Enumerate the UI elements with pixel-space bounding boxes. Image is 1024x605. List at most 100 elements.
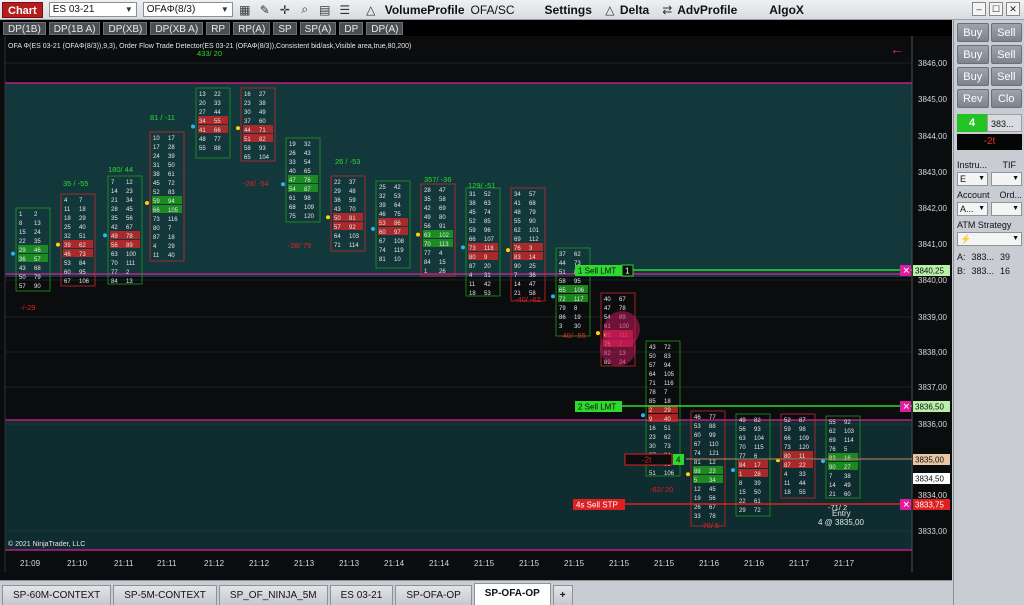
adv-profile-button[interactable]: AdvProfile: [677, 3, 737, 17]
buy-button[interactable]: Buy: [957, 23, 989, 42]
maximize-icon[interactable]: ☐: [989, 2, 1003, 16]
crosshair-icon[interactable]: ✛: [277, 3, 293, 17]
footprint-bid-value: 87: [153, 235, 160, 241]
algox-button[interactable]: AlgoX: [769, 3, 804, 17]
sell-stp-marker[interactable]: 4s Sell STP: [573, 499, 625, 510]
footprint-bid-value: 41: [514, 201, 521, 207]
footprint-ask-value: 88: [709, 424, 716, 430]
instrument-select[interactable]: E ▼: [957, 172, 988, 186]
tab-sp-of-ninja-5m[interactable]: SP_OF_NINJA_5M: [218, 585, 328, 605]
plot-button-dpxb[interactable]: DP(XB): [103, 21, 148, 35]
imbalance-dot: [596, 331, 600, 336]
footprint-bid-value: 65: [559, 288, 566, 294]
close-icon[interactable]: ✕: [900, 401, 911, 412]
account-select[interactable]: A... ▼: [957, 202, 988, 216]
instrument-select[interactable]: ES 03-21 ▼: [48, 2, 137, 17]
footprint-ask-value: 78: [709, 514, 716, 520]
ofa-sc-button[interactable]: OFA/SC: [471, 3, 515, 17]
plot-button-dp1b[interactable]: DP(1B): [3, 21, 46, 35]
sell-button[interactable]: Sell: [990, 45, 1022, 64]
sell-lmt-2-marker[interactable]: 2 Sell LMT: [575, 401, 622, 412]
close-icon[interactable]: ✕: [900, 499, 911, 510]
footprint-bid-value: 22: [334, 180, 341, 186]
plot-button-rp[interactable]: RP: [206, 21, 231, 35]
plot-button-sp-a[interactable]: SP(A): [299, 21, 337, 35]
sell-lmt-1-label: 1 Sell LMT: [578, 267, 616, 276]
footprint-bid-value: 25: [379, 185, 386, 191]
buy-button[interactable]: Buy: [957, 45, 989, 64]
close-icon[interactable]: ✕: [1006, 2, 1020, 16]
settings-button[interactable]: Settings: [545, 3, 592, 17]
properties-icon[interactable]: ☰: [337, 3, 353, 17]
chart-badge[interactable]: Chart: [2, 1, 43, 18]
price-tag-sell-lmt-1: 3840,25: [913, 265, 950, 276]
price-tag-sell-lmt-2: 3836,50: [913, 401, 950, 412]
footprint-bid-value: 44: [244, 128, 251, 134]
ruler-icon[interactable]: ▤: [317, 3, 333, 17]
price-tag-position-label: 3835,00: [915, 456, 944, 465]
footprint-bid-value: 15: [739, 490, 746, 496]
position-marker[interactable]: -2t 4: [624, 453, 684, 466]
unrealized-pnl: -2t: [957, 134, 1022, 150]
footprint-bid-value: 67: [379, 239, 386, 245]
volume-profile-button[interactable]: VolumeProfile: [385, 3, 465, 17]
add-tab-button[interactable]: +: [552, 585, 573, 605]
tab-sp-60m-context[interactable]: SP-60M-CONTEXT: [2, 585, 112, 605]
chevron-down-icon: ▼: [978, 175, 985, 182]
imbalance-dot: [506, 248, 510, 253]
tif-select[interactable]: ▼: [991, 172, 1022, 186]
footprint-bid-value: 43: [19, 266, 26, 272]
account-label: Account: [957, 190, 990, 200]
footprint-bid-value: 23: [649, 435, 656, 441]
footprint-ask-value: 61: [168, 172, 175, 178]
plot-button-dp-a[interactable]: DP(A): [366, 21, 404, 35]
close-icon[interactable]: ✕: [900, 265, 911, 276]
drawing-tools-icon[interactable]: ▦: [237, 3, 253, 17]
footprint-ask-value: 27: [844, 465, 851, 471]
atm-strategy-select[interactable]: ⚡ ▼: [957, 232, 1022, 246]
delta-button[interactable]: Delta: [620, 3, 649, 17]
tab-es-03-21[interactable]: ES 03-21: [329, 585, 394, 605]
footprint-bid-value: 60: [379, 230, 386, 236]
price-axis-label: 3846,00: [918, 59, 947, 68]
time-axis-label: 21:15: [654, 559, 675, 568]
chart-canvas[interactable]: 1 2 8 13 15 24 22 35 29 46 36 57 43 68 50 79 57 90 4 7 11 18 1…: [0, 36, 952, 572]
plot-button-rp-a[interactable]: RP(A): [233, 21, 271, 35]
sell-lmt-1-qty: 1: [625, 267, 630, 276]
pencil-icon[interactable]: ✎: [257, 3, 273, 17]
bar-type-select[interactable]: OFAΦ(8/3) ▼: [142, 2, 233, 17]
ask-price: 383...: [971, 252, 995, 262]
ask-size: 39: [1000, 252, 1011, 262]
close-button[interactable]: Clo: [990, 89, 1022, 108]
sell-button[interactable]: Sell: [990, 67, 1022, 86]
buy-button[interactable]: Buy: [957, 67, 989, 86]
footprint-ask-value: 67: [126, 225, 133, 231]
order-type-select[interactable]: ▼: [991, 202, 1022, 216]
price-axis-label: 3836,00: [918, 420, 947, 429]
tab-sp-5m-context[interactable]: SP-5M-CONTEXT: [113, 585, 217, 605]
footprint-bid-value: 19: [694, 496, 701, 502]
footprint-ask-value: 118: [484, 246, 494, 252]
reverse-button[interactable]: Rev: [957, 89, 989, 108]
sell-button[interactable]: Sell: [990, 23, 1022, 42]
tab-sp-ofa-op-active[interactable]: SP-OFA-OP: [473, 583, 551, 605]
footprint-bid-value: 59: [153, 199, 160, 205]
plot-button-dp[interactable]: DP: [339, 21, 364, 35]
footprint-bid-value: 76: [514, 246, 521, 252]
plot-button-sp[interactable]: SP: [273, 21, 297, 35]
footprint-bid-value: 35: [424, 197, 431, 203]
ask-info-row: A: 383... 39: [957, 252, 1022, 262]
magnify-icon[interactable]: ⌕: [297, 2, 313, 17]
sell-lmt-1-marker[interactable]: 1 Sell LMT 1: [575, 264, 634, 277]
footprint-ask-value: 94: [168, 199, 175, 205]
minimize-icon[interactable]: –: [972, 2, 986, 16]
plot-button-dpxb-a[interactable]: DP(XB A): [150, 21, 204, 35]
tab-sp-ofa-op[interactable]: SP-OFA-OP: [395, 585, 472, 605]
footprint-bid-value: 63: [424, 233, 431, 239]
footprint-bid-value: 62: [514, 228, 521, 234]
lightning-icon: ⚡: [960, 234, 972, 244]
footprint-ask-value: 65: [304, 169, 311, 175]
plot-button-dp1b-a[interactable]: DP(1B A): [48, 21, 101, 35]
back-arrow-icon[interactable]: ←: [890, 41, 904, 57]
chevron-down-icon: ▼: [1012, 205, 1019, 212]
